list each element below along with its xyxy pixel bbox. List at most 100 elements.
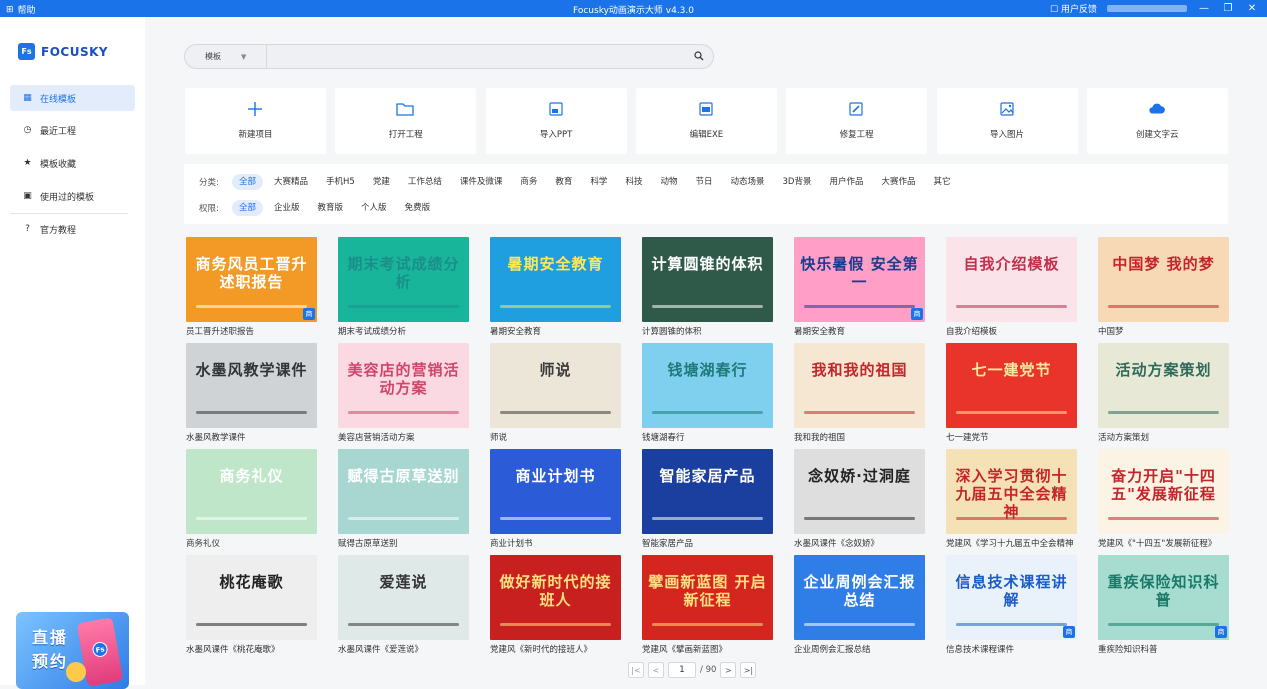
template-thumbnail[interactable]: 赋得古原草送别 (338, 449, 469, 534)
user-account[interactable] (1107, 5, 1187, 12)
categories-chip[interactable]: 其它 (927, 174, 958, 190)
action-card-image[interactable]: 导入图片 (936, 88, 1078, 154)
categories-chip[interactable]: 商务 (513, 174, 544, 190)
categories-chip[interactable]: 教育 (548, 174, 579, 190)
template-thumbnail[interactable]: 快乐暑假 安全第一商 (794, 237, 925, 322)
categories-chip[interactable]: 科学 (583, 174, 614, 190)
template-thumbnail[interactable]: 自我介绍模板 (946, 237, 1077, 322)
template-thumbnail[interactable]: 我和我的祖国 (794, 343, 925, 428)
next-page-button[interactable]: > (720, 662, 737, 678)
template-tile[interactable]: 念奴娇·过洞庭 水墨风课件《念奴娇》 (794, 449, 925, 549)
template-tile[interactable]: 智能家居产品 智能家居产品 (642, 449, 773, 549)
template-thumbnail[interactable]: 活动方案策划 (1098, 343, 1229, 428)
template-thumbnail[interactable]: 智能家居产品 (642, 449, 773, 534)
template-tile[interactable]: 活动方案策划 活动方案策划 (1098, 343, 1229, 443)
page-number-input[interactable]: 1 (668, 662, 696, 678)
sidebar-item-4[interactable]: ? 官方教程 (10, 216, 135, 242)
template-thumbnail[interactable]: 爱莲说 (338, 555, 469, 640)
template-tile[interactable]: 爱莲说 水墨风课件《爱莲说》 (338, 555, 469, 655)
action-card-exe[interactable]: 编辑EXE (635, 88, 777, 154)
close-icon[interactable]: ✕ (1245, 3, 1259, 15)
action-card-folder[interactable]: 打开工程 (335, 88, 477, 154)
permissions-chip[interactable]: 企业版 (267, 200, 307, 216)
permissions-chip[interactable]: 教育版 (311, 200, 351, 216)
template-tile[interactable]: 我和我的祖国 我和我的祖国 (794, 343, 925, 443)
template-tile[interactable]: 七一建党节 七一建党节 (946, 343, 1077, 443)
sidebar-item-1[interactable]: ◷ 最近工程 (10, 117, 135, 143)
template-thumbnail[interactable]: 商业计划书 (490, 449, 621, 534)
template-thumbnail[interactable]: 暑期安全教育 (490, 237, 621, 322)
sidebar-item-2[interactable]: ★ 模板收藏 (10, 150, 135, 176)
sidebar-item-0[interactable]: ▦ 在线模板 (10, 85, 135, 111)
live-promo-banner[interactable]: 直播 预约 Fs (16, 612, 129, 689)
template-tile[interactable]: 奋力开启"十四五"发展新征程 党建风《"十四五"发展新征程》 (1098, 449, 1229, 549)
template-thumbnail[interactable]: 擘画新蓝图 开启新征程 (642, 555, 773, 640)
template-tile[interactable]: 做好新时代的接班人 党建风《新时代的接班人》 (490, 555, 621, 655)
minimize-icon[interactable]: — (1197, 3, 1211, 15)
template-thumbnail[interactable]: 商务礼仪 (186, 449, 317, 534)
template-thumbnail[interactable]: 美容店的营销活动方案 (338, 343, 469, 428)
template-tile[interactable]: 商业计划书 商业计划书 (490, 449, 621, 549)
template-thumbnail[interactable]: 做好新时代的接班人 (490, 555, 621, 640)
template-tile[interactable]: 商务礼仪 商务礼仪 (186, 449, 317, 549)
sidebar-item-3[interactable]: ▣ 使用过的模板 (10, 183, 135, 209)
categories-chip[interactable]: 动物 (653, 174, 684, 190)
categories-chip[interactable]: 大赛精品 (267, 174, 315, 190)
template-tile[interactable]: 暑期安全教育 暑期安全教育 (490, 237, 621, 337)
categories-chip[interactable]: 全部 (232, 174, 264, 190)
template-tile[interactable]: 重疾保险知识科普商重疾险知识科普 (1098, 555, 1229, 655)
template-tile[interactable]: 师说 师说 (490, 343, 621, 443)
template-thumbnail[interactable]: 中国梦 我的梦 (1098, 237, 1229, 322)
template-thumbnail[interactable]: 期末考试成绩分析 (338, 237, 469, 322)
action-card-wrench[interactable]: 修复工程 (786, 88, 928, 154)
search-input[interactable] (271, 48, 691, 65)
template-tile[interactable]: 深入学习贯彻十九届五中全会精神 党建风《学习十九届五中全会精神 (946, 449, 1077, 549)
categories-chip[interactable]: 课件及微课 (453, 174, 510, 190)
template-tile[interactable]: 企业周例会汇报总结 企业周例会汇报总结 (794, 555, 925, 655)
categories-chip[interactable]: 3D背景 (776, 174, 819, 190)
template-tile[interactable]: 桃花庵歌 水墨风课件《桃花庵歌》 (186, 555, 317, 655)
last-page-button[interactable]: >| (740, 662, 757, 678)
categories-chip[interactable]: 手机H5 (319, 174, 362, 190)
template-tile[interactable]: 商务风员工晋升述职报告商员工晋升述职报告 (186, 237, 317, 337)
template-thumbnail[interactable]: 奋力开启"十四五"发展新征程 (1098, 449, 1229, 534)
template-thumbnail[interactable]: 信息技术课程讲解商 (946, 555, 1077, 640)
categories-chip[interactable]: 动态场景 (723, 174, 771, 190)
prev-page-button[interactable]: < (648, 662, 664, 678)
template-tile[interactable]: 自我介绍模板 自我介绍模板 (946, 237, 1077, 337)
template-thumbnail[interactable]: 商务风员工晋升述职报告商 (186, 237, 317, 322)
action-card-cloud[interactable]: 创建文字云 (1086, 88, 1228, 154)
template-thumbnail[interactable]: 重疾保险知识科普商 (1098, 555, 1229, 640)
template-thumbnail[interactable]: 钱塘湖春行 (642, 343, 773, 428)
categories-chip[interactable]: 党建 (366, 174, 397, 190)
action-card-ppt[interactable]: 导入PPT (485, 88, 627, 154)
permissions-chip[interactable]: 个人版 (354, 200, 394, 216)
template-thumbnail[interactable]: 桃花庵歌 (186, 555, 317, 640)
template-thumbnail[interactable]: 念奴娇·过洞庭 (794, 449, 925, 534)
template-tile[interactable]: 快乐暑假 安全第一商暑期安全教育 (794, 237, 925, 337)
permissions-chip[interactable]: 全部 (232, 200, 264, 216)
template-thumbnail[interactable]: 计算圆锥的体积 (642, 237, 773, 322)
categories-chip[interactable]: 科技 (618, 174, 649, 190)
first-page-button[interactable]: |< (628, 662, 644, 678)
template-thumbnail[interactable]: 水墨风教学课件 (186, 343, 317, 428)
template-thumbnail[interactable]: 深入学习贯彻十九届五中全会精神 (946, 449, 1077, 534)
action-card-plus[interactable]: 新建项目 (185, 88, 326, 154)
template-tile[interactable]: 信息技术课程讲解商信息技术课程课件 (946, 555, 1077, 655)
template-tile[interactable]: 钱塘湖春行 钱塘湖春行 (642, 343, 773, 443)
template-thumbnail[interactable]: 师说 (490, 343, 621, 428)
categories-chip[interactable]: 大赛作品 (874, 174, 922, 190)
template-tile[interactable]: 赋得古原草送别 赋得古原草送别 (338, 449, 469, 549)
search-scope-select[interactable]: 模板 ▼ (185, 45, 267, 68)
template-tile[interactable]: 期末考试成绩分析 期末考试成绩分析 (338, 237, 469, 337)
template-thumbnail[interactable]: 企业周例会汇报总结 (794, 555, 925, 640)
restore-icon[interactable]: ❐ (1221, 3, 1235, 15)
categories-chip[interactable]: 节日 (688, 174, 719, 190)
template-tile[interactable]: 计算圆锥的体积 计算圆锥的体积 (642, 237, 773, 337)
template-tile[interactable]: 擘画新蓝图 开启新征程 党建风《擘画新蓝图》 (642, 555, 773, 655)
search-icon[interactable] (694, 51, 704, 61)
permissions-chip[interactable]: 免费版 (398, 200, 438, 216)
template-tile[interactable]: 美容店的营销活动方案 美容店营销活动方案 (338, 343, 469, 443)
template-tile[interactable]: 中国梦 我的梦 中国梦 (1098, 237, 1229, 337)
template-tile[interactable]: 水墨风教学课件 水墨风教学课件 (186, 343, 317, 443)
